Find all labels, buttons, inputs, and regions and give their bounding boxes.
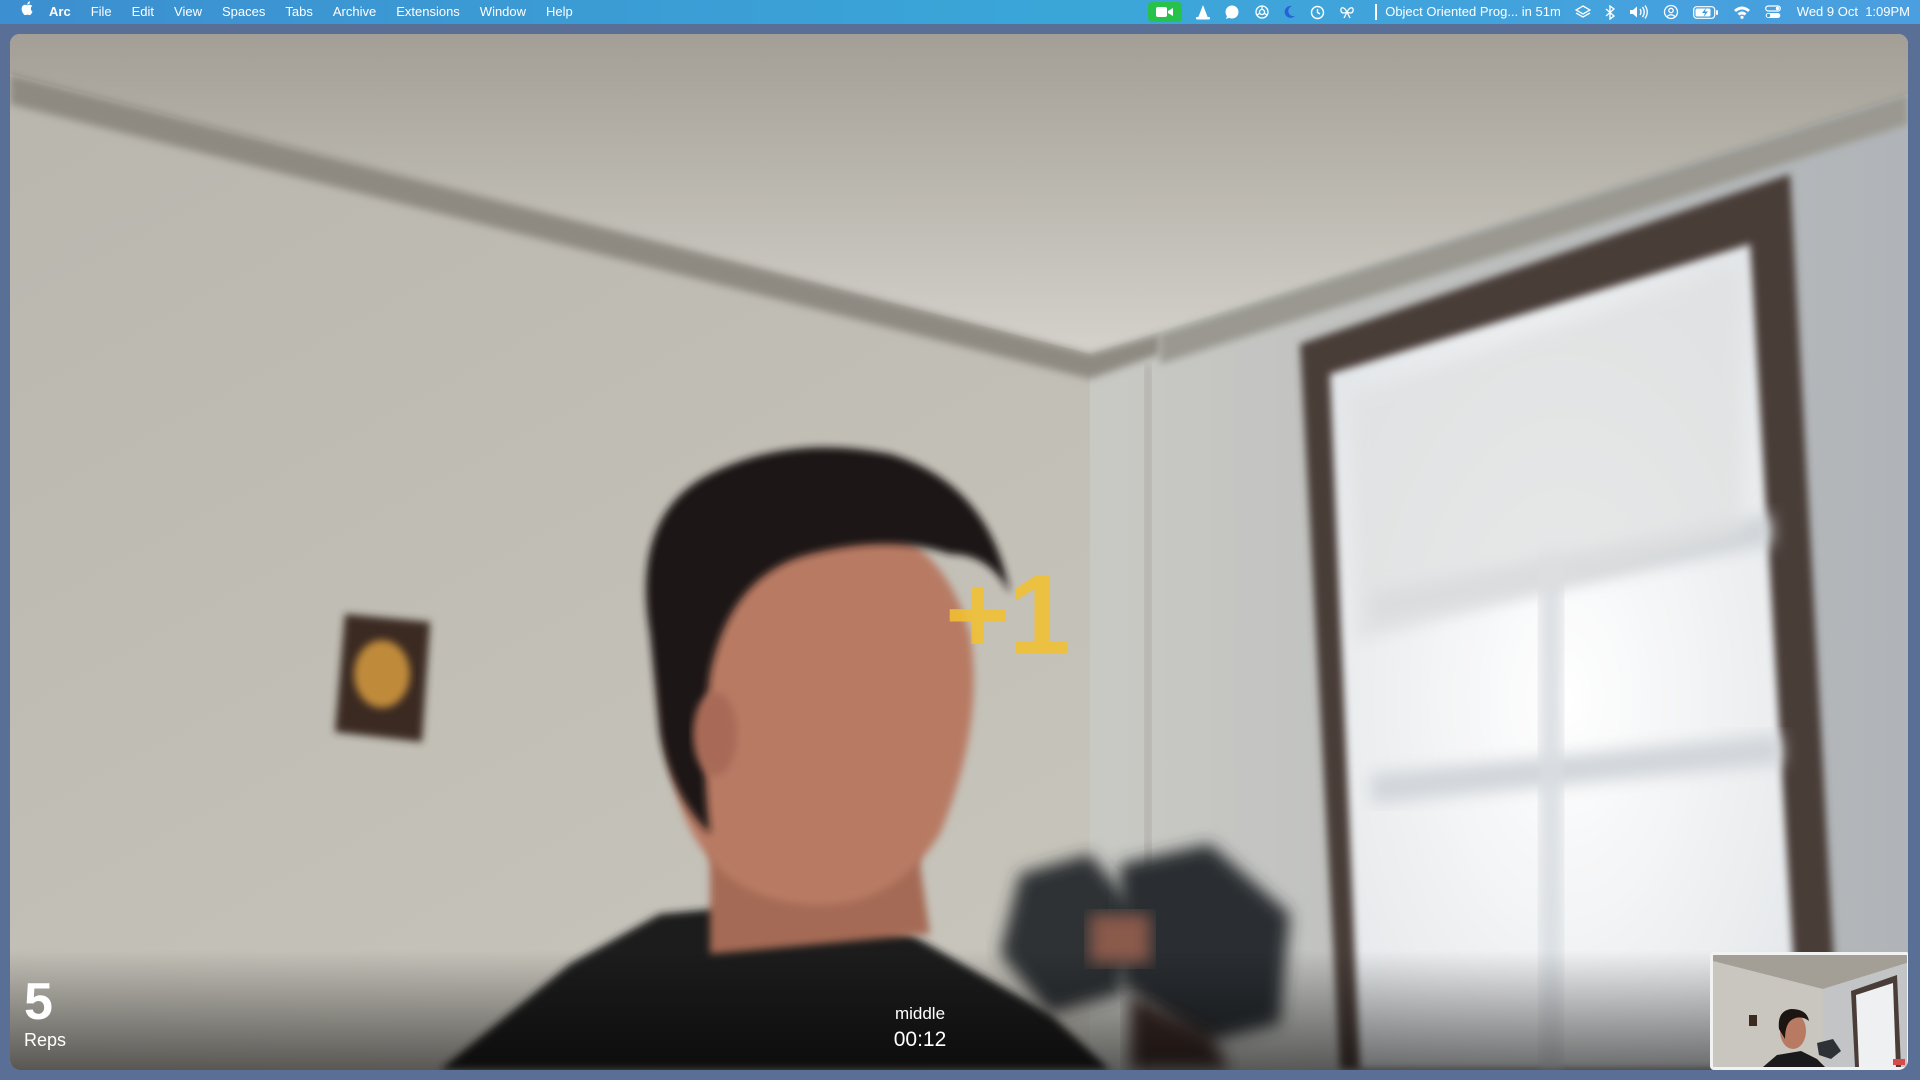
menu-extensions[interactable]: Extensions: [396, 0, 460, 24]
clock-icon[interactable]: [1310, 0, 1325, 24]
layers-icon[interactable]: [1574, 0, 1591, 24]
menubar-clock[interactable]: Wed 9 Oct 1:09PM: [1797, 0, 1910, 24]
calendar-event-label[interactable]: Object Oriented Prog... in 51m: [1385, 0, 1561, 24]
menu-file[interactable]: File: [91, 0, 112, 24]
battery-icon[interactable]: [1692, 0, 1719, 24]
vlc-cone-icon[interactable]: [1196, 0, 1211, 24]
rep-count: 5: [24, 973, 53, 1031]
pip-camera-preview[interactable]: [1710, 952, 1908, 1070]
menu-bar: Arc File Edit View Spaces Tabs Archive E…: [0, 0, 1920, 24]
facetime-camera-icon[interactable]: [1148, 0, 1183, 24]
rep-feedback-label: +1: [945, 552, 1071, 677]
chat-bubble-icon[interactable]: [1224, 0, 1240, 24]
workout-camera-window: +1 5 Reps middle 00:12: [10, 34, 1908, 1070]
menu-tabs[interactable]: Tabs: [285, 0, 312, 24]
rep-count-label: Reps: [24, 1030, 67, 1050]
butterfly-icon[interactable]: [1339, 0, 1355, 24]
wifi-icon[interactable]: [1733, 0, 1751, 24]
movement-phase-label: middle: [894, 1004, 946, 1023]
menu-edit[interactable]: Edit: [132, 0, 154, 24]
moon-icon[interactable]: [1284, 0, 1296, 24]
pip-camera-feed: [1713, 955, 1907, 1067]
volume-icon[interactable]: [1629, 0, 1649, 24]
menubar-divider: [1375, 4, 1378, 20]
user-circle-icon[interactable]: [1663, 0, 1679, 24]
bluetooth-icon[interactable]: [1605, 0, 1615, 24]
menu-window[interactable]: Window: [480, 0, 526, 24]
app-menu[interactable]: Arc: [49, 0, 71, 24]
openai-icon[interactable]: [1254, 0, 1270, 24]
menu-spaces[interactable]: Spaces: [222, 0, 265, 24]
apple-menu-icon[interactable]: [0, 0, 49, 24]
menu-archive[interactable]: Archive: [333, 0, 376, 24]
control-center-icon[interactable]: [1764, 0, 1781, 24]
workout-timer: 00:12: [893, 1028, 947, 1051]
menu-help[interactable]: Help: [546, 0, 573, 24]
menu-view[interactable]: View: [174, 0, 202, 24]
